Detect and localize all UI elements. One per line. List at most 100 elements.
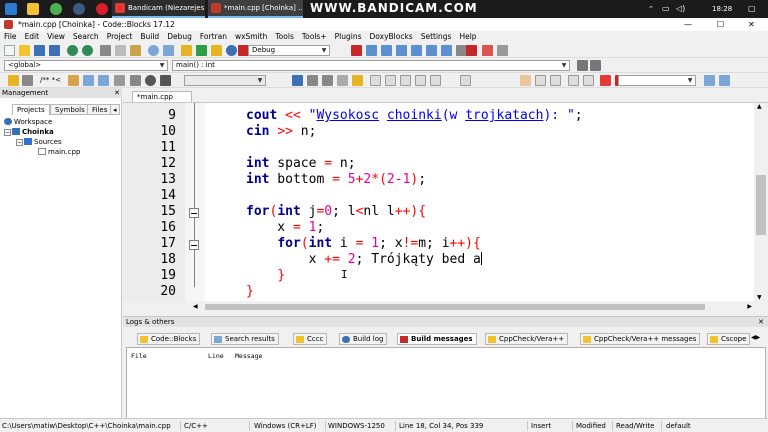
collapse-icon[interactable]: −: [16, 139, 23, 146]
code-editor[interactable]: 9 10 11 12 13 14 15 16 17 18 19 20 cout …: [123, 102, 768, 302]
vertical-scroll-thumb[interactable]: [756, 175, 766, 235]
taskbar-bandicam[interactable]: Bandicam (Niezarejes...: [112, 0, 205, 18]
menu-debug[interactable]: Debug: [163, 31, 196, 43]
clock[interactable]: 18:28: [712, 0, 732, 18]
class-icon[interactable]: [400, 75, 411, 86]
paste-icon[interactable]: [130, 45, 141, 56]
menu-doxyblocks[interactable]: DoxyBlocks: [366, 31, 417, 43]
tab-build-messages[interactable]: Build messages: [397, 333, 477, 345]
rebuild-icon[interactable]: [226, 45, 237, 56]
format-icon[interactable]: [370, 75, 381, 86]
wrench-icon[interactable]: [114, 75, 125, 86]
tab-cppcheck-vera-messages[interactable]: CppCheck/Vera++ messages: [580, 333, 701, 345]
scroll-down-icon[interactable]: ▼: [757, 294, 762, 301]
close-icon[interactable]: ✕: [114, 88, 120, 98]
search-next-icon[interactable]: [719, 75, 730, 86]
menu-search[interactable]: Search: [69, 31, 103, 43]
debug-run-icon[interactable]: [351, 45, 362, 56]
function-icon[interactable]: [385, 75, 396, 86]
menu-tools[interactable]: Tools: [271, 31, 297, 43]
fold-collapse-icon[interactable]: [189, 208, 199, 218]
scroll-left-icon[interactable]: ◀: [193, 303, 198, 310]
step-into-icon[interactable]: [396, 45, 407, 56]
next-instruction-icon[interactable]: [426, 45, 437, 56]
menu-project[interactable]: Project: [103, 31, 137, 43]
menu-edit[interactable]: Edit: [21, 31, 44, 43]
tab-cccc[interactable]: Cccc: [293, 333, 328, 345]
jump-icon[interactable]: [22, 75, 33, 86]
menu-build[interactable]: Build: [136, 31, 163, 43]
network-icon[interactable]: ▭: [662, 0, 670, 18]
file-explorer-icon[interactable]: [27, 3, 39, 15]
horizontal-scroll-thumb[interactable]: [205, 304, 705, 310]
menu-wxsmith[interactable]: wxSmith: [231, 31, 271, 43]
open-folder-icon[interactable]: [19, 45, 30, 56]
tree-workspace[interactable]: Workspace: [4, 117, 52, 127]
regex-icon[interactable]: [520, 75, 531, 86]
cut-icon[interactable]: [100, 45, 111, 56]
find-icon[interactable]: [148, 45, 159, 56]
tab-symbols[interactable]: Symbols: [50, 104, 90, 115]
collapse-icon[interactable]: −: [4, 129, 11, 136]
save-icon[interactable]: [34, 45, 45, 56]
debug-info-icon[interactable]: [497, 45, 508, 56]
editor-horizontal-scrollbar[interactable]: ◀ ▶: [123, 301, 768, 313]
new-file-icon[interactable]: [4, 45, 15, 56]
flag-icon[interactable]: [600, 75, 611, 86]
run-to-cursor-icon[interactable]: [366, 45, 377, 56]
search-select[interactable]: ▼: [618, 75, 696, 86]
menu-fortran[interactable]: Fortran: [196, 31, 231, 43]
tree-project[interactable]: − Choinka: [4, 127, 54, 137]
tab-scroll-arrows[interactable]: ◀▶: [751, 334, 760, 341]
highlight-icon[interactable]: [352, 75, 363, 86]
replace-icon[interactable]: [163, 45, 174, 56]
build-target-select[interactable]: Debug ▼: [248, 45, 330, 56]
column-header-file[interactable]: File: [131, 352, 147, 360]
column-header-message[interactable]: Message: [235, 352, 262, 360]
tab-build-log[interactable]: Build log: [339, 333, 388, 345]
tab-projects[interactable]: Projects: [12, 104, 50, 115]
next-line-icon[interactable]: [381, 45, 392, 56]
jump-back-icon[interactable]: [577, 60, 588, 71]
scroll-up-icon[interactable]: ▲: [757, 103, 762, 110]
close-button[interactable]: ✕: [748, 18, 755, 31]
debug-windows-icon[interactable]: [482, 45, 493, 56]
close-icon[interactable]: ✕: [758, 317, 764, 327]
fold-collapse-icon[interactable]: [189, 240, 199, 250]
jump-forward-icon[interactable]: [590, 60, 601, 71]
match-brace-icon[interactable]: [460, 75, 471, 86]
tree-sources-folder[interactable]: − Sources: [16, 137, 62, 147]
step-instruction-icon[interactable]: [441, 45, 452, 56]
tab-files[interactable]: Files: [87, 104, 113, 115]
redo-icon[interactable]: [82, 45, 93, 56]
tab-scroll-arrows[interactable]: ◂: [110, 104, 120, 115]
notification-icon[interactable]: ▢: [748, 0, 756, 18]
doxy-extract-icon[interactable]: [83, 75, 94, 86]
editor-vertical-scrollbar[interactable]: ▲ ▼: [754, 103, 768, 301]
menu-tools-plus[interactable]: Tools+: [298, 31, 331, 43]
menu-help[interactable]: Help: [455, 31, 480, 43]
replace-in-files-icon[interactable]: [568, 75, 579, 86]
maximize-button[interactable]: ☐: [717, 18, 724, 31]
doxy-wizard-icon[interactable]: [68, 75, 79, 86]
clear-bookmarks-icon[interactable]: [337, 75, 348, 86]
tree-file-main[interactable]: main.cpp: [38, 147, 80, 157]
taskbar-codeblocks[interactable]: *main.cpp [Choinka] ...: [208, 0, 303, 18]
preprocessor-icon[interactable]: [415, 75, 426, 86]
c-symbol-icon[interactable]: [583, 75, 594, 86]
menu-settings[interactable]: Settings: [417, 31, 456, 43]
minimize-button[interactable]: —: [684, 18, 692, 31]
tab-cscope[interactable]: Cscope: [707, 333, 751, 345]
scope-select[interactable]: <global> ▼: [4, 60, 168, 71]
play-icon[interactable]: [160, 75, 171, 86]
toggle-bookmark-icon[interactable]: [292, 75, 303, 86]
undo-icon[interactable]: [67, 45, 78, 56]
prev-bookmark-icon[interactable]: [307, 75, 318, 86]
macro-select[interactable]: ▼: [184, 75, 266, 86]
doxy-run-icon[interactable]: [98, 75, 109, 86]
run-icon[interactable]: [196, 45, 207, 56]
build-icon[interactable]: [181, 45, 192, 56]
windows-start-icon[interactable]: [5, 3, 17, 15]
back-arrow-icon[interactable]: [130, 75, 141, 86]
step-out-icon[interactable]: [411, 45, 422, 56]
